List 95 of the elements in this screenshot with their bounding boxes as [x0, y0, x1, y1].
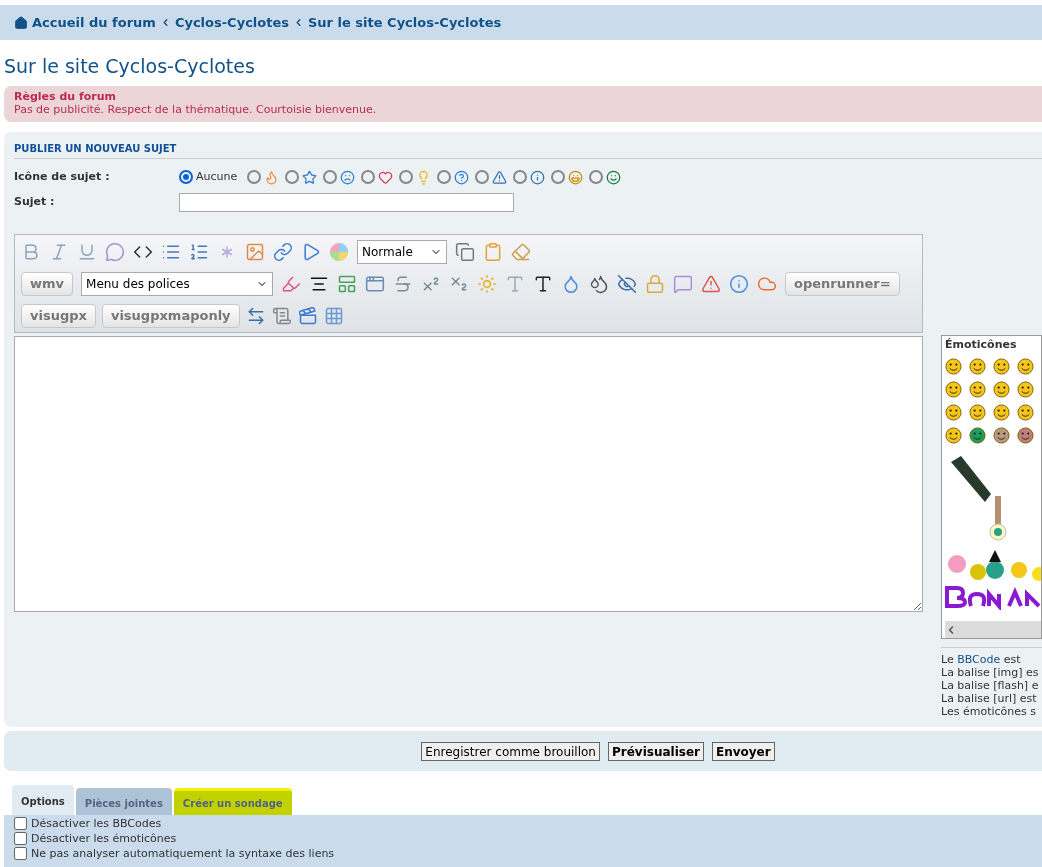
horizontal-scrollbar[interactable]: [945, 621, 1041, 638]
radio-label: Aucune: [196, 168, 238, 185]
smiley-icon[interactable]: [993, 426, 1010, 444]
info-icon[interactable]: [729, 274, 750, 294]
smiley-icon[interactable]: [945, 380, 962, 398]
bbcode-note: La balise [flash] e: [941, 679, 1040, 692]
radio-button[interactable]: [323, 170, 338, 184]
smiley-icon[interactable]: [993, 380, 1010, 398]
radio-button[interactable]: [437, 170, 452, 184]
smiley-icon[interactable]: [993, 357, 1010, 375]
warning-icon[interactable]: [701, 274, 722, 294]
breadcrumb-link[interactable]: Accueil du forum: [32, 12, 156, 33]
option-label: Désactiver les BBCodes: [31, 816, 162, 831]
question-icon: [454, 169, 470, 185]
radio-button[interactable]: [399, 170, 414, 184]
clipboard-icon[interactable]: [483, 242, 503, 262]
toolbar-button[interactable]: visugpx: [21, 304, 96, 328]
hidden-eye-icon[interactable]: [617, 274, 638, 294]
window-icon[interactable]: [365, 274, 386, 294]
scroll-icon[interactable]: [271, 306, 292, 326]
radio-button[interactable]: [361, 170, 376, 184]
radio-button[interactable]: [247, 170, 262, 184]
bullet-list-icon[interactable]: [161, 242, 181, 262]
smiley-icon[interactable]: [969, 426, 986, 444]
panel-heading: PUBLIER UN NOUVEAU SUJET: [14, 142, 1042, 159]
grid-icon[interactable]: [323, 306, 344, 326]
warning-icon: [492, 169, 508, 185]
bbcode-note: La balise [img] es: [941, 666, 1040, 679]
breadcrumb-link[interactable]: Sur le site Cyclos-Cyclotes: [308, 12, 502, 33]
smiley-icon[interactable]: [993, 403, 1010, 421]
toolbar-button[interactable]: openrunner=: [785, 272, 900, 296]
checkbox[interactable]: [14, 817, 27, 830]
form-button[interactable]: Enregistrer comme brouillon: [421, 741, 600, 761]
toolbar-button[interactable]: visugpxmaponly: [101, 304, 240, 328]
tab[interactable]: Options: [12, 785, 74, 815]
rules-title: Règles du forum: [14, 90, 117, 103]
radio-button[interactable]: [551, 170, 566, 184]
color-wheel-icon[interactable]: [329, 242, 349, 262]
smiley-icon[interactable]: [1017, 426, 1034, 444]
bbcode-note: Le BBCode est: [941, 653, 1022, 666]
radio-button[interactable]: [179, 170, 193, 184]
tab[interactable]: Créer un sondage: [173, 788, 292, 815]
smilies-title: Émoticônes: [945, 337, 1018, 353]
link-icon[interactable]: [273, 242, 293, 262]
option-label: Ne pas analyser automatiquement la syntaxe des liens: [31, 846, 335, 861]
breadcrumb-link[interactable]: Cyclos-Cyclotes: [174, 12, 289, 33]
checkbox[interactable]: [14, 832, 27, 845]
balloons-drawing[interactable]: [945, 549, 1041, 610]
bbcode-note: Les émoticônes s: [941, 705, 1037, 718]
underline-icon[interactable]: [77, 242, 97, 262]
radio-button[interactable]: [285, 170, 300, 184]
option-label: Désactiver les émoticônes: [31, 831, 177, 846]
smiley-icon[interactable]: [945, 357, 962, 375]
smiley-icon[interactable]: [945, 426, 962, 444]
radio-button[interactable]: [475, 170, 490, 184]
laughing-face-icon: [568, 169, 584, 185]
subject-input[interactable]: [179, 193, 514, 212]
sun-icon[interactable]: [477, 274, 498, 294]
smiley-icon[interactable]: [945, 403, 962, 421]
field-label: Sujet :: [14, 194, 56, 211]
smiley-icon[interactable]: [1017, 403, 1034, 421]
rules-text: Pas de publicité. Respect de la thématique. Courtoisie bienvenue.: [14, 103, 378, 116]
radio-button[interactable]: [589, 170, 604, 184]
page-title: Sur le site Cyclos-Cyclotes: [4, 54, 256, 79]
panel-icon[interactable]: [337, 274, 358, 294]
radio-button[interactable]: [513, 170, 528, 184]
size-select[interactable]: Normale: [357, 240, 447, 264]
italic-icon[interactable]: [49, 242, 69, 262]
smiley-icon[interactable]: [969, 403, 986, 421]
highlighter-icon[interactable]: [281, 274, 302, 294]
cloud-icon[interactable]: [757, 274, 778, 294]
grinning-face-icon: [606, 169, 622, 185]
field-label: Icône de sujet :: [14, 168, 111, 185]
smiley-icon[interactable]: [1017, 380, 1034, 398]
info-icon: [530, 169, 546, 185]
image-icon[interactable]: [245, 242, 265, 262]
form-button[interactable]: Envoyer: [712, 741, 775, 761]
home-icon: [14, 15, 28, 30]
padlock-icon[interactable]: [645, 274, 666, 294]
toolbar-button[interactable]: wmv: [21, 272, 74, 296]
tab[interactable]: Pièces jointes: [75, 788, 172, 815]
heart-icon: [378, 169, 394, 185]
font-select[interactable]: Menu des polices: [81, 272, 274, 296]
align-center-icon[interactable]: [309, 274, 330, 294]
smiley-icon[interactable]: [969, 357, 986, 375]
form-button[interactable]: Prévisualiser: [608, 741, 704, 761]
copy-icon[interactable]: [455, 242, 475, 262]
speech-bubble-icon[interactable]: [673, 274, 694, 294]
star-icon: [302, 169, 318, 185]
numbered-list-icon[interactable]: [189, 242, 209, 262]
bbcode-note: La balise [url] est: [941, 692, 1038, 705]
smiley-icon[interactable]: [969, 380, 986, 398]
smiley-icon[interactable]: [1017, 357, 1034, 375]
checkbox[interactable]: [14, 847, 27, 860]
sad-face-icon: [340, 169, 356, 185]
